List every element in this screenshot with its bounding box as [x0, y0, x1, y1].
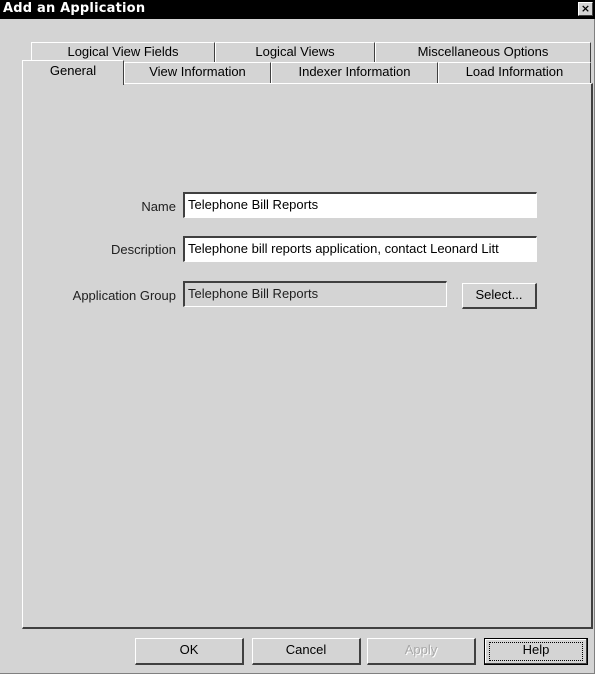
tab-label: Indexer Information [298, 64, 411, 79]
apply-button-label: Apply [404, 642, 438, 657]
dialog-title: Add an Application [3, 1, 146, 16]
tab-label: View Information [149, 64, 246, 79]
ok-button[interactable]: OK [135, 638, 244, 665]
name-label: Name [141, 199, 176, 214]
tab-indexer-information[interactable]: Indexer Information [271, 62, 438, 83]
add-application-dialog: Add an Application × Logical View Fields… [0, 0, 595, 674]
tab-load-information[interactable]: Load Information [438, 62, 591, 83]
apply-button[interactable]: Apply [367, 638, 476, 665]
help-button[interactable]: Help [484, 638, 588, 665]
description-field[interactable]: Telephone bill reports application, cont… [183, 236, 537, 262]
description-label: Description [110, 242, 176, 257]
select-button[interactable]: Select... [462, 283, 537, 309]
tab-miscellaneous-options[interactable]: Miscellaneous Options [375, 42, 591, 62]
application-group-field: Telephone Bill Reports [183, 281, 447, 307]
title-bar[interactable]: Add an Application × [0, 0, 595, 19]
application-group-label: Application Group [72, 288, 176, 303]
close-button[interactable]: × [578, 2, 593, 16]
tab-label: Load Information [465, 64, 564, 79]
tab-general[interactable]: General [22, 60, 124, 85]
cancel-button[interactable]: Cancel [252, 638, 361, 665]
tab-panel-general [22, 83, 593, 629]
tab-label: General [49, 63, 97, 78]
close-icon: × [580, 2, 591, 15]
tab-label: Logical View Fields [67, 44, 179, 59]
tab-view-information[interactable]: View Information [124, 62, 271, 83]
tab-logical-views[interactable]: Logical Views [215, 42, 375, 62]
select-button-label: Select... [475, 287, 523, 302]
cancel-button-label: Cancel [285, 642, 327, 657]
ok-button-label: OK [179, 642, 199, 657]
tab-label: Miscellaneous Options [417, 44, 549, 59]
name-field[interactable]: Telephone Bill Reports [183, 192, 537, 218]
tab-label: Logical Views [255, 44, 335, 59]
help-button-label: Help [522, 642, 550, 657]
tab-logical-view-fields[interactable]: Logical View Fields [31, 42, 215, 62]
